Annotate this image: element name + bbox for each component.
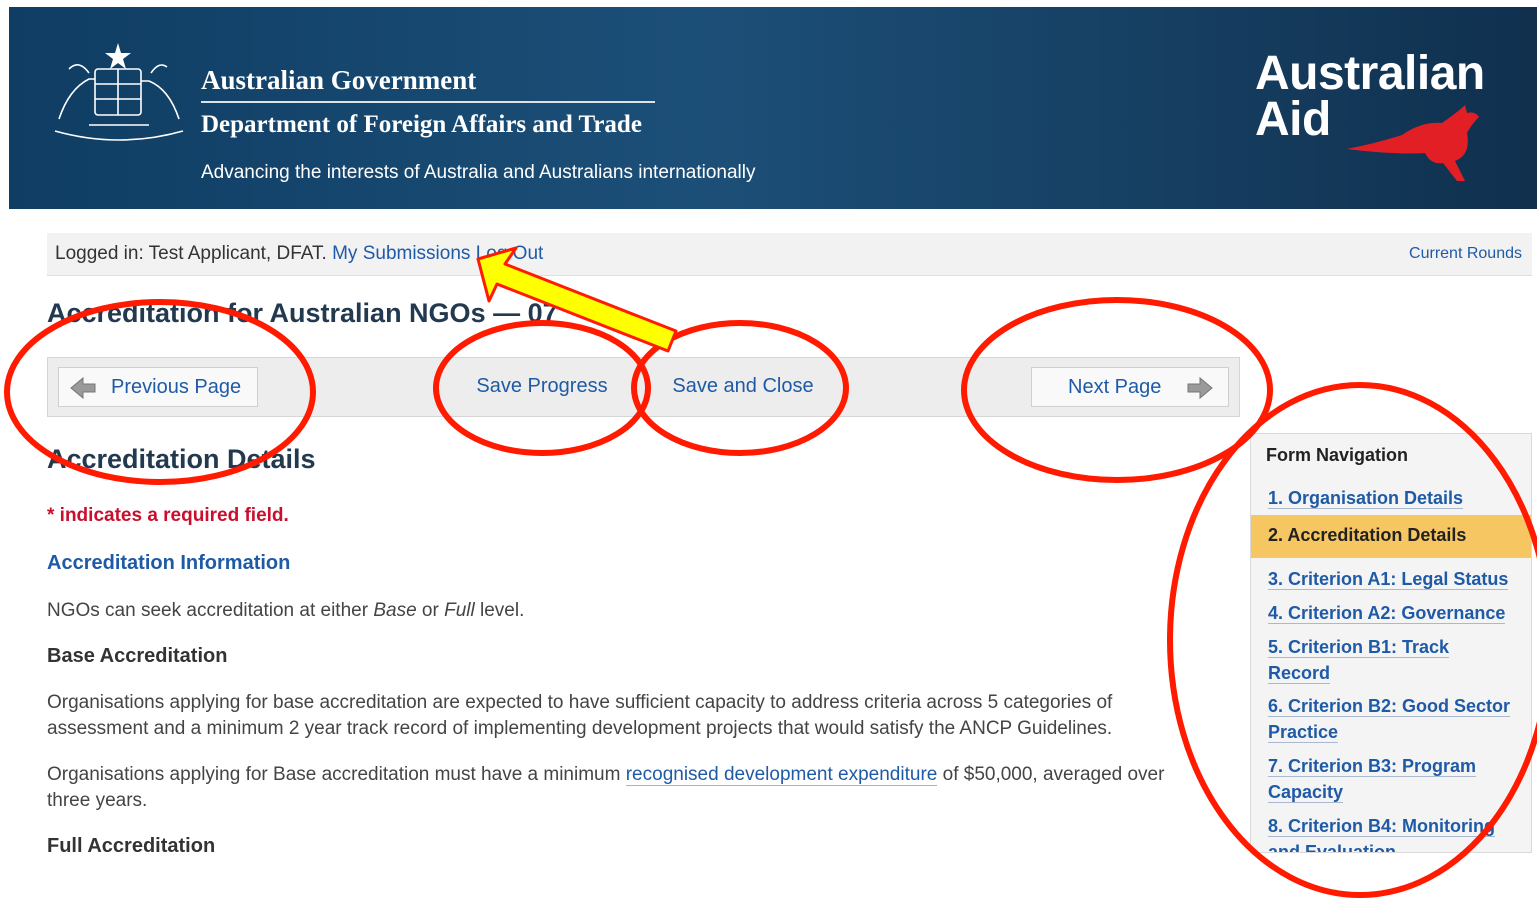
form-nav-item-label: 3. Criterion A1: Legal Status: [1268, 569, 1509, 590]
intro-mid: or: [416, 600, 445, 621]
save-progress-button[interactable]: Save Progress: [460, 367, 624, 407]
next-page-label: Next Page: [1068, 376, 1162, 398]
form-nav-item-label: Capacity: [1268, 782, 1344, 803]
save-and-close-button[interactable]: Save and Close: [648, 367, 838, 407]
intro-suffix: level.: [474, 600, 525, 621]
form-nav-item-criterion-b1[interactable]: 5. Criterion B1: Track Record: [1268, 634, 1523, 686]
aid-logo-line1: Australian: [1255, 47, 1485, 100]
divider: [201, 101, 655, 103]
intro-base: Base: [373, 600, 417, 621]
arrow-left-icon: [70, 376, 96, 400]
form-nav-item-label: 8. Criterion B4: Monitoring: [1268, 816, 1495, 837]
previous-page-label: Previous Page: [111, 376, 242, 398]
form-nav-item-criterion-a2[interactable]: 4. Criterion A2: Governance: [1268, 600, 1523, 626]
form-navigation-title: Form Navigation: [1266, 445, 1409, 465]
base-para2-line2: three years.: [47, 790, 148, 811]
arrow-right-icon: [1187, 376, 1213, 400]
form-nav-item-label: 5. Criterion B1: Track: [1268, 637, 1450, 658]
logged-in-text: Logged in: Test Applicant, DFAT.: [55, 243, 327, 264]
required-field-note: * indicates a required field.: [47, 505, 289, 526]
login-bar: Logged in: Test Applicant, DFAT. My Subm…: [47, 233, 1532, 276]
form-nav-item-criterion-b4[interactable]: 8. Criterion B4: Monitoring and Evaluatio…: [1268, 813, 1523, 852]
login-status: Logged in: Test Applicant, DFAT. My Subm…: [55, 243, 543, 265]
gov-title: Australian Government: [201, 65, 477, 95]
form-nav-item-label: 7. Criterion B3: Program: [1268, 756, 1477, 777]
form-nav-item-accreditation-details[interactable]: 2. Accreditation Details: [1268, 525, 1466, 546]
base-paragraph-1: Organisations applying for base accredit…: [47, 690, 1112, 742]
form-nav-item-label: Record: [1268, 663, 1331, 684]
form-nav-item-label: and Evaluation: [1268, 842, 1397, 852]
form-navigation-panel: Form Navigation 1. Organisation Details …: [1250, 433, 1532, 853]
previous-page-button[interactable]: Previous Page: [58, 367, 258, 407]
tagline: Advancing the interests of Australia and…: [201, 162, 756, 183]
current-rounds-link[interactable]: Current Rounds: [1409, 245, 1522, 263]
form-nav-item-label: Practice: [1268, 722, 1339, 743]
form-nav-item-label: 1. Organisation Details: [1268, 488, 1464, 509]
section-title: Accreditation Details: [47, 444, 316, 474]
dept-title: Department of Foreign Affairs and Trade: [201, 111, 642, 138]
intro-full: Full: [444, 600, 475, 621]
base-para2-prefix: Organisations applying for Base accredit…: [47, 764, 626, 785]
base-paragraph-2: Organisations applying for Base accredit…: [47, 762, 1164, 814]
header-banner: Australian Government Department of Fore…: [9, 7, 1537, 209]
form-action-bar: Previous Page Save Progress Save and Clo…: [47, 357, 1240, 417]
form-nav-item-organisation-details[interactable]: 1. Organisation Details: [1268, 485, 1523, 511]
form-nav-item-label: 4. Criterion A2: Governance: [1268, 603, 1506, 624]
base-para1-line2: assessment and a minimum 2 year track re…: [47, 718, 1113, 739]
base-para2-suffix: of $50,000, averaged over: [937, 764, 1165, 785]
my-submissions-link[interactable]: My Submissions: [332, 243, 470, 264]
base-para1-line1: Organisations applying for base accredit…: [47, 692, 1113, 713]
kangaroo-icon: [1347, 105, 1479, 181]
accreditation-info-heading: Accreditation Information: [47, 552, 291, 574]
form-nav-item-label: 6. Criterion B2: Good Sector: [1268, 696, 1511, 717]
form-nav-item-criterion-a1[interactable]: 3. Criterion A1: Legal Status: [1268, 566, 1523, 592]
base-accreditation-heading: Base Accreditation: [47, 645, 228, 667]
page-title: Accreditation for Australian NGOs — 07: [47, 298, 558, 328]
intro-prefix: NGOs can seek accreditation at either: [47, 600, 374, 621]
log-out-link[interactable]: Log Out: [476, 243, 544, 264]
intro-paragraph: NGOs can seek accreditation at either Ba…: [47, 598, 524, 624]
form-nav-item-criterion-b2[interactable]: 6. Criterion B2: Good Sector Practice: [1268, 693, 1523, 745]
recognised-expenditure-link[interactable]: recognised development expenditure: [625, 764, 938, 786]
full-accreditation-heading: Full Accreditation: [47, 835, 216, 857]
next-page-button[interactable]: Next Page: [1031, 367, 1229, 407]
coat-of-arms-icon: [54, 43, 184, 141]
form-nav-item-criterion-b3[interactable]: 7. Criterion B3: Program Capacity: [1268, 753, 1523, 805]
